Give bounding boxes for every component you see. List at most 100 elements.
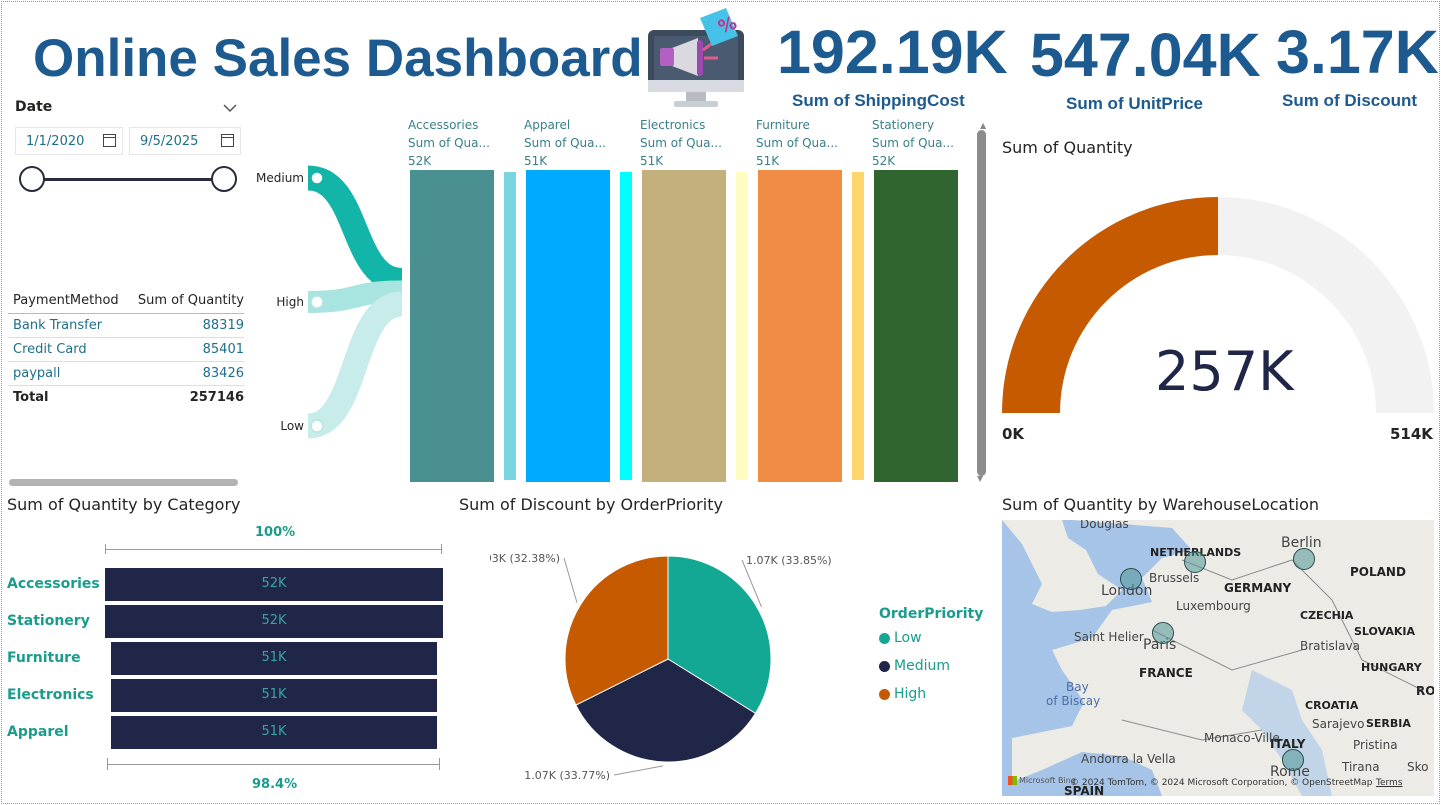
map-brand: Microsoft Bing [1008,776,1076,785]
date-range-start-handle[interactable] [19,166,45,192]
sankey-target-bar[interactable] [642,170,726,482]
table-row[interactable]: Credit Card 85401 [8,338,244,362]
map-city-label: Monaco-Ville [1204,731,1280,745]
map-country-label: FRANCE [1139,666,1193,680]
table-horizontal-scrollbar[interactable] [9,479,238,486]
date-end-input[interactable]: 9/5/2025 [129,127,241,155]
pie-legend-title: OrderPriority [879,606,984,622]
pie-leader-line [563,557,578,603]
table-total-value: 257146 [189,390,244,405]
sankey-source-node[interactable] [310,295,324,309]
payment-method-table: PaymentMethod Sum of Quantity Bank Trans… [8,287,244,409]
table-total-label: Total [13,390,49,405]
sankey-target-bar[interactable] [526,170,610,482]
sankey-target-label: Furniture [756,118,810,132]
date-range-end-handle[interactable] [211,166,237,192]
sankey-chart: Medium High Low Accessories Sum of Qua... 52K… [256,118,958,482]
map-country-label: GERMANY [1224,581,1292,595]
page-title: Online Sales Dashboard [33,29,643,88]
table-header-row: PaymentMethod Sum of Quantity [8,287,244,314]
gauge-min-label: 0K [1002,425,1025,443]
table-cell-quantity: 83426 [202,366,244,381]
legend-item-high[interactable]: High [879,680,983,708]
legend-dot [879,660,890,672]
date-start-value: 1/1/2020 [26,133,85,149]
microsoft-logo-icon [1008,776,1017,785]
legend-item-low[interactable]: Low [879,624,983,652]
bar-category-label: Accessories [7,576,100,592]
table-header-sum-quantity[interactable]: Sum of Quantity [138,293,244,308]
sankey-flow[interactable] [306,291,404,439]
sankey-vertical-scrollbar[interactable]: ▲ ▼ [977,122,986,486]
map-city-label: Saint Helier [1074,630,1144,644]
map-bubble[interactable] [1120,568,1142,590]
map-terms-link[interactable]: Terms [1376,778,1403,788]
calendar-icon[interactable] [103,134,116,147]
legend-label: High [894,686,927,702]
kpi-discount-value: 3.17K [1276,18,1439,86]
pie-leader-line [613,765,664,776]
legend-dot [879,688,890,700]
map-city-label: Brussels [1149,571,1200,585]
sankey-target-bar[interactable] [410,170,494,482]
sankey-target-label: 51K [524,154,548,168]
table-cell-method: paypall [13,366,61,381]
table-header-payment-method[interactable]: PaymentMethod [13,293,119,308]
sankey-target-label: 51K [640,154,664,168]
sankey-flow[interactable] [306,165,404,293]
sankey-link-band [620,172,632,480]
map-bubble[interactable] [1293,548,1315,570]
pie-data-label: 1.07K (33.77%) [524,769,610,782]
calendar-icon[interactable] [221,134,234,147]
map-country-label: SLOVAKIA [1354,625,1416,638]
map-sea-label: Bay [1066,680,1089,694]
sankey-source-node[interactable] [310,419,324,433]
date-end-value: 9/5/2025 [140,133,199,149]
sankey-link-band [504,172,516,480]
warehouse-map[interactable]: Douglas London Brussels Luxembourg Saint… [1002,520,1434,796]
sankey-target-label: Sum of Qua... [408,136,490,150]
sankey-target-label: Sum of Qua... [524,136,606,150]
sankey-target-bar[interactable] [758,170,842,482]
map-sea-label: of Biscay [1046,694,1101,708]
kpi-shipping-cost-value: 192.19K [777,18,1008,86]
discount-pie-chart: 1.07K (33.85%) 1.07K (33.77%) 1.03K (32.38… [490,552,832,782]
map-bubble[interactable] [1282,749,1304,771]
sankey-source-label: Medium [256,171,304,185]
map-country-label: SERBIA [1366,717,1411,730]
pie-legend: OrderPriority Low Medium High [879,606,983,708]
sankey-target-label: 51K [756,154,780,168]
map-land [1002,520,1434,796]
map-country-label: CROATIA [1305,699,1359,712]
discount-pie-title: Sum of Discount by OrderPriority [459,495,723,514]
map-city-label: Douglas [1080,520,1129,531]
map-bubble[interactable] [1152,622,1174,644]
date-start-input[interactable]: 1/1/2020 [15,127,123,155]
sankey-target-label: Stationery [872,118,934,132]
bar-top-label: 100% [255,525,296,540]
sankey-target-label: Apparel [524,118,570,132]
legend-label: Medium [894,658,950,674]
sankey-target-label: Accessories [408,118,478,132]
sankey-source-node[interactable] [310,171,324,185]
marketing-megaphone-icon: % [648,8,744,107]
sankey-link-band [852,172,864,480]
sankey-link-band [736,172,748,480]
bar-category-label: Furniture [7,650,81,666]
pie-data-label: 1.03K (32.38%) [490,552,560,565]
map-bubble[interactable] [1184,551,1206,573]
table-row[interactable]: paypall 83426 [8,362,244,386]
sankey-target-bar[interactable] [874,170,958,482]
gauge-title: Sum of Quantity [1002,138,1133,157]
legend-label: Low [894,630,922,646]
bar-value-label: 51K [261,687,287,702]
date-slicer: Date 1/1/2020 9/5/2025 [15,97,241,197]
map-attribution: © 2024 TomTom, © 2024 Microsoft Corporat… [1070,778,1373,788]
table-row[interactable]: Bank Transfer 88319 [8,314,244,338]
chevron-down-icon[interactable] [223,103,237,113]
bar-value-label: 52K [261,613,287,628]
sankey-target-label: Sum of Qua... [756,136,838,150]
legend-item-medium[interactable]: Medium [879,652,983,680]
bar-bottom-bracket [107,758,440,770]
bar-value-label: 52K [261,576,287,591]
